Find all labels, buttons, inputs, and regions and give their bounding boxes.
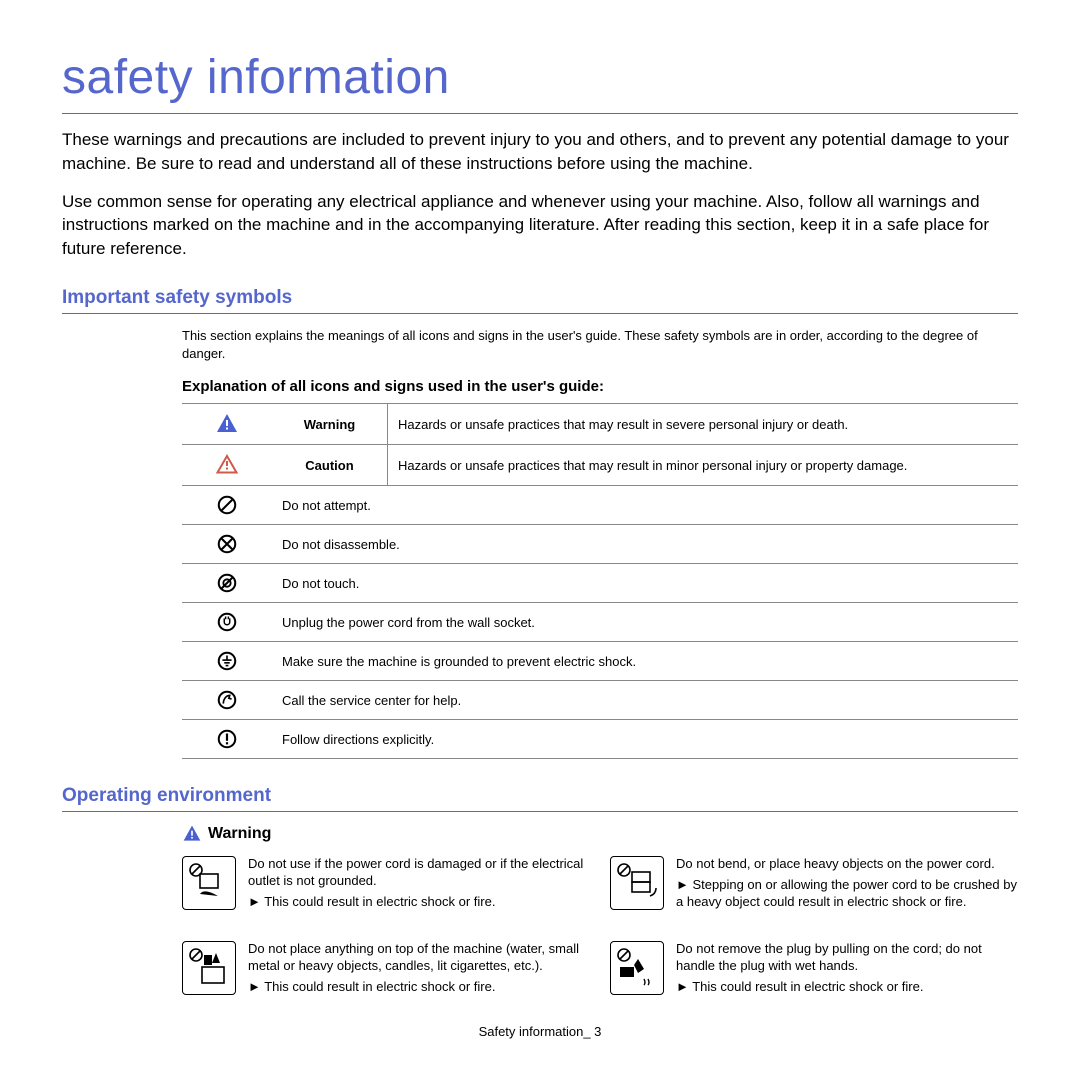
warning-text: Do not use if the power cord is damaged … xyxy=(248,856,590,890)
table-row: Make sure the machine is grounded to pre… xyxy=(182,642,1018,681)
service-desc: Call the service center for help. xyxy=(272,681,1018,720)
unplug-desc: Unplug the power cord from the wall sock… xyxy=(272,603,1018,642)
do-not-attempt-desc: Do not attempt. xyxy=(272,486,1018,525)
warning-text: Do not place anything on top of the mach… xyxy=(248,941,590,975)
intro-paragraph-1: These warnings and precautions are inclu… xyxy=(62,128,1018,176)
warning-label: Warning xyxy=(272,404,388,445)
warning-desc: Hazards or unsafe practices that may res… xyxy=(388,404,1019,445)
warning-consequence: ► This could result in electric shock or… xyxy=(248,894,590,911)
warning-text: Do not remove the plug by pulling on the… xyxy=(676,941,1018,975)
warning-consequence: ► This could result in electric shock or… xyxy=(676,979,1018,996)
symbols-table: Warning Hazards or unsafe practices that… xyxy=(182,403,1018,759)
follow-icon xyxy=(216,728,238,750)
table-row: Warning Hazards or unsafe practices that… xyxy=(182,404,1018,445)
follow-desc: Follow directions explicitly. xyxy=(272,720,1018,759)
table-row: Do not disassemble. xyxy=(182,525,1018,564)
no-disassemble-icon xyxy=(216,533,238,555)
warning-text: Do not bend, or place heavy objects on t… xyxy=(676,856,1018,873)
warning-consequence: ► This could result in electric shock or… xyxy=(248,979,590,996)
warning-triangle-icon xyxy=(215,412,239,436)
warning-consequence: ► Stepping on or allowing the power cord… xyxy=(676,877,1018,911)
table-row: Unplug the power cord from the wall sock… xyxy=(182,603,1018,642)
table-row: Caution Hazards or unsafe practices that… xyxy=(182,445,1018,486)
bend-cord-icon xyxy=(610,856,664,910)
table-row: Follow directions explicitly. xyxy=(182,720,1018,759)
caution-desc: Hazards or unsafe practices that may res… xyxy=(388,445,1019,486)
intro-paragraph-2: Use common sense for operating any elect… xyxy=(62,190,1018,261)
unplug-icon xyxy=(216,611,238,633)
symbols-note: This section explains the meanings of al… xyxy=(182,327,1018,363)
ground-desc: Make sure the machine is grounded to pre… xyxy=(272,642,1018,681)
do-not-disassemble-desc: Do not disassemble. xyxy=(272,525,1018,564)
prohibit-icon xyxy=(216,494,238,516)
objects-on-machine-icon xyxy=(182,941,236,995)
caution-label: Caution xyxy=(272,445,388,486)
section-safety-symbols: Important safety symbols xyxy=(62,287,1018,314)
warning-item: Do not place anything on top of the mach… xyxy=(182,941,590,1000)
do-not-touch-desc: Do not touch. xyxy=(272,564,1018,603)
warning-item: Do not remove the plug by pulling on the… xyxy=(610,941,1018,1000)
explain-heading: Explanation of all icons and signs used … xyxy=(182,378,1018,395)
warning-triangle-icon xyxy=(182,824,202,844)
caution-triangle-icon xyxy=(215,453,239,477)
wet-hands-plug-icon xyxy=(610,941,664,995)
warning-header: Warning xyxy=(182,824,1018,844)
damaged-cord-icon xyxy=(182,856,236,910)
page-footer: Safety information_ 3 xyxy=(62,1024,1018,1039)
service-icon xyxy=(216,689,238,711)
ground-icon xyxy=(216,650,238,672)
table-row: Do not attempt. xyxy=(182,486,1018,525)
warning-header-label: Warning xyxy=(208,825,271,843)
page-title: safety information xyxy=(62,50,1018,114)
section-operating-environment: Operating environment xyxy=(62,785,1018,812)
no-touch-icon xyxy=(216,572,238,594)
table-row: Do not touch. xyxy=(182,564,1018,603)
warning-item: Do not bend, or place heavy objects on t… xyxy=(610,856,1018,915)
warning-item: Do not use if the power cord is damaged … xyxy=(182,856,590,915)
table-row: Call the service center for help. xyxy=(182,681,1018,720)
